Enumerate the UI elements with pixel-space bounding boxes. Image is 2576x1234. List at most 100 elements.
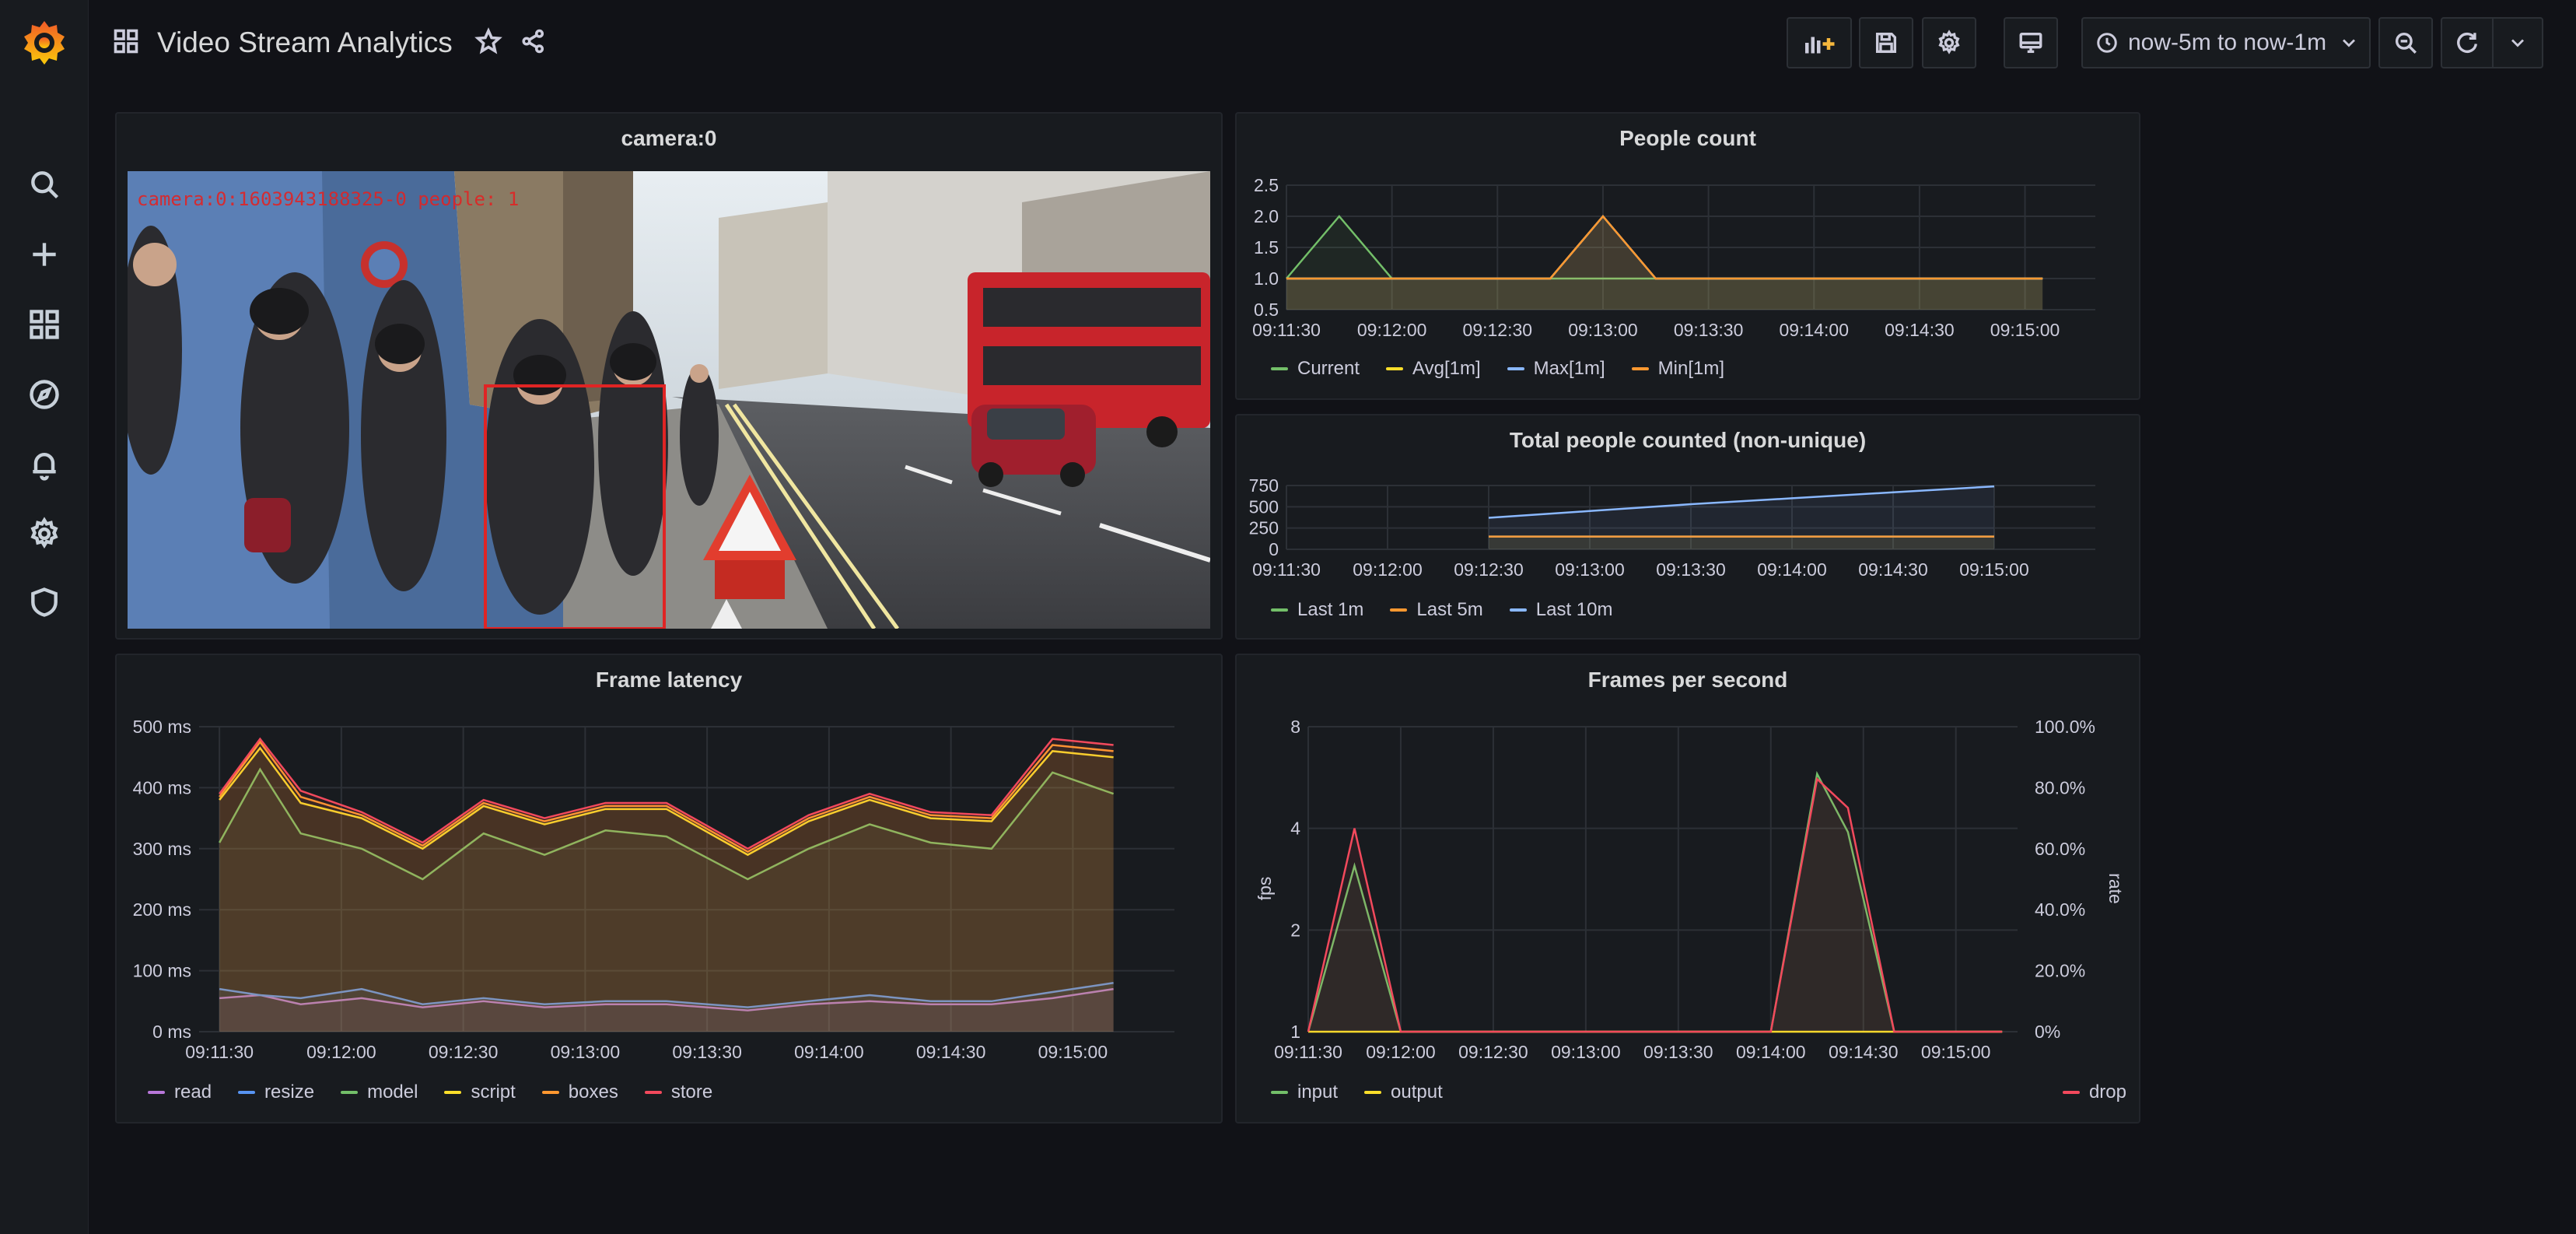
y-tick-label: 200 ms: [133, 899, 191, 920]
series-area-store: [219, 738, 1114, 1032]
x-tick-label: 09:13:30: [672, 1042, 742, 1062]
legend-label: output: [1391, 1082, 1443, 1103]
legend-item-last-1m[interactable]: Last 1m: [1271, 599, 1363, 621]
y-tick-label: 1.5: [1254, 237, 1279, 258]
legend-label: Max[1m]: [1533, 358, 1605, 379]
chart-legend: read resize model script boxes store: [148, 1082, 712, 1103]
chevron-down-icon: [2511, 39, 2524, 47]
panel-frames-per-second: Frames per second 1 2 4 8 09:11:30 09:12:00 09…: [1235, 654, 2140, 1124]
legend-swatch: [1507, 367, 1524, 370]
legend-item-script[interactable]: script: [444, 1082, 516, 1103]
legend-item-avg[interactable]: Avg[1m]: [1386, 358, 1481, 380]
legend-swatch: [1631, 367, 1649, 370]
x-tick-label: 09:15:00: [1921, 1042, 1991, 1062]
legend-item-output[interactable]: output: [1364, 1082, 1443, 1103]
legend-swatch: [341, 1091, 359, 1094]
add-panel-button[interactable]: [1787, 17, 1852, 68]
x-tick-label: 09:13:00: [1555, 559, 1625, 580]
legend-item-min[interactable]: Min[1m]: [1631, 358, 1725, 380]
x-tick-label: 09:12:30: [429, 1042, 499, 1062]
y-axis-title-left: fps: [1255, 877, 1275, 901]
dashboards-icon[interactable]: [21, 301, 68, 348]
x-tick-label: 09:15:00: [1959, 559, 2029, 580]
grafana-logo-icon[interactable]: [13, 17, 75, 68]
camera-video-frame: camera:0:1603943188325-0 people: 1: [128, 171, 1210, 629]
refresh-button[interactable]: [2441, 17, 2543, 68]
cycle-view-mode-button[interactable]: [2004, 17, 2058, 68]
frame-latency-chart[interactable]: 0 ms 100 ms 200 ms 300 ms 400 ms 500 ms 09:11:…: [117, 655, 1223, 1124]
legend-swatch: [541, 1091, 559, 1094]
legend-swatch: [1271, 1091, 1288, 1094]
legend-item-max[interactable]: Max[1m]: [1507, 358, 1605, 380]
legend-label: boxes: [568, 1082, 618, 1103]
legend-item-last-10m[interactable]: Last 10m: [1509, 599, 1612, 621]
dashboard-title-bar: Video Stream Analytics: [112, 20, 548, 65]
legend-label: Min[1m]: [1657, 358, 1725, 379]
refresh-interval-dropdown[interactable]: [2494, 19, 2542, 67]
legend-item-input[interactable]: input: [1271, 1082, 1338, 1103]
x-tick-label: 09:12:00: [1353, 559, 1423, 580]
chart-legend: input output: [1271, 1082, 1443, 1103]
search-icon[interactable]: [21, 161, 68, 208]
y-tick-label: 1.0: [1254, 268, 1279, 289]
fps-chart[interactable]: 1 2 4 8 09:11:30 09:12:00 09:12:30 09:13:00 09:1…: [1237, 655, 2140, 1124]
gear-icon[interactable]: [21, 510, 68, 557]
people-count-chart[interactable]: 0.5 1.0 1.5 2.0 2.5 09:11:30 09:12:00 09:12:30 0…: [1237, 114, 2140, 400]
share-icon[interactable]: [520, 27, 548, 59]
street-scene-image: [128, 171, 1210, 629]
x-tick-label: 09:12:30: [1458, 1042, 1528, 1062]
legend-item-last-5m[interactable]: Last 5m: [1390, 599, 1483, 621]
time-range-label: now-5m to now-1m: [2128, 30, 2327, 55]
panel-camera: camera:0 camera:0:1603943188325-0 people…: [115, 112, 1223, 640]
legend-swatch: [644, 1091, 662, 1094]
legend-swatch: [2062, 1091, 2080, 1094]
y-right-tick-label: 60.0%: [2035, 839, 2085, 859]
x-tick-label: 09:13:30: [1674, 320, 1744, 340]
x-tick-label: 09:15:00: [1038, 1042, 1108, 1062]
save-dashboard-button[interactable]: [1859, 17, 1913, 68]
y-tick-label: 300 ms: [133, 839, 191, 859]
refresh-icon[interactable]: [2442, 19, 2494, 67]
compass-icon[interactable]: [21, 371, 68, 418]
x-tick-label: 09:14:00: [1757, 559, 1827, 580]
zoom-out-button[interactable]: [2378, 17, 2433, 68]
legend-swatch: [1271, 608, 1288, 612]
sidebar: [0, 0, 89, 1234]
legend-item-current[interactable]: Current: [1271, 358, 1360, 380]
legend-label: Last 1m: [1297, 599, 1364, 620]
y-tick-label: 500 ms: [133, 717, 191, 737]
y-tick-label: 750: [1249, 475, 1279, 496]
shield-icon[interactable]: [21, 579, 68, 626]
legend-item-model[interactable]: model: [341, 1082, 418, 1103]
dashboard-title[interactable]: Video Stream Analytics: [157, 26, 453, 59]
chart-legend: Current Avg[1m] Max[1m] Min[1m]: [1271, 358, 1724, 380]
plus-icon[interactable]: [21, 231, 68, 278]
series-area-min-1m: [1286, 216, 2043, 310]
star-icon[interactable]: [474, 26, 502, 59]
legend-label: drop: [2088, 1082, 2126, 1103]
legend-label: script: [471, 1082, 516, 1103]
legend-swatch: [1386, 367, 1404, 370]
x-tick-label: 09:14:30: [1858, 559, 1928, 580]
legend-item-boxes[interactable]: boxes: [541, 1082, 618, 1103]
y-tick-label: 500: [1249, 496, 1279, 517]
camera-overlay-text: camera:0:1603943188325-0 people: 1: [137, 188, 520, 210]
dashboard-grid-icon: [112, 27, 140, 59]
top-bar: Video Stream Analytics now-5m to now-1m: [89, 0, 2576, 86]
legend-item-read[interactable]: read: [148, 1082, 212, 1103]
bell-icon[interactable]: [21, 441, 68, 488]
time-range-picker[interactable]: now-5m to now-1m: [2081, 17, 2371, 68]
y-right-tick-label: 0%: [2035, 1022, 2060, 1042]
legend-item-store[interactable]: store: [644, 1082, 712, 1103]
x-tick-label: 09:13:00: [551, 1042, 621, 1062]
legend-item-drop[interactable]: drop: [2062, 1082, 2126, 1103]
panel-frame-latency: Frame latency 0 ms 100 ms 200 ms 300 ms 400 …: [115, 654, 1223, 1124]
panel-title[interactable]: camera:0: [117, 126, 1221, 151]
x-tick-label: 09:11:30: [1252, 320, 1321, 340]
y-right-tick-label: 100.0%: [2035, 717, 2095, 737]
y-tick-label: 400 ms: [133, 777, 191, 798]
legend-item-resize[interactable]: resize: [238, 1082, 314, 1103]
dashboard-settings-button[interactable]: [1922, 17, 1976, 68]
x-tick-label: 09:11:30: [1252, 559, 1321, 580]
legend-label: model: [367, 1082, 418, 1103]
